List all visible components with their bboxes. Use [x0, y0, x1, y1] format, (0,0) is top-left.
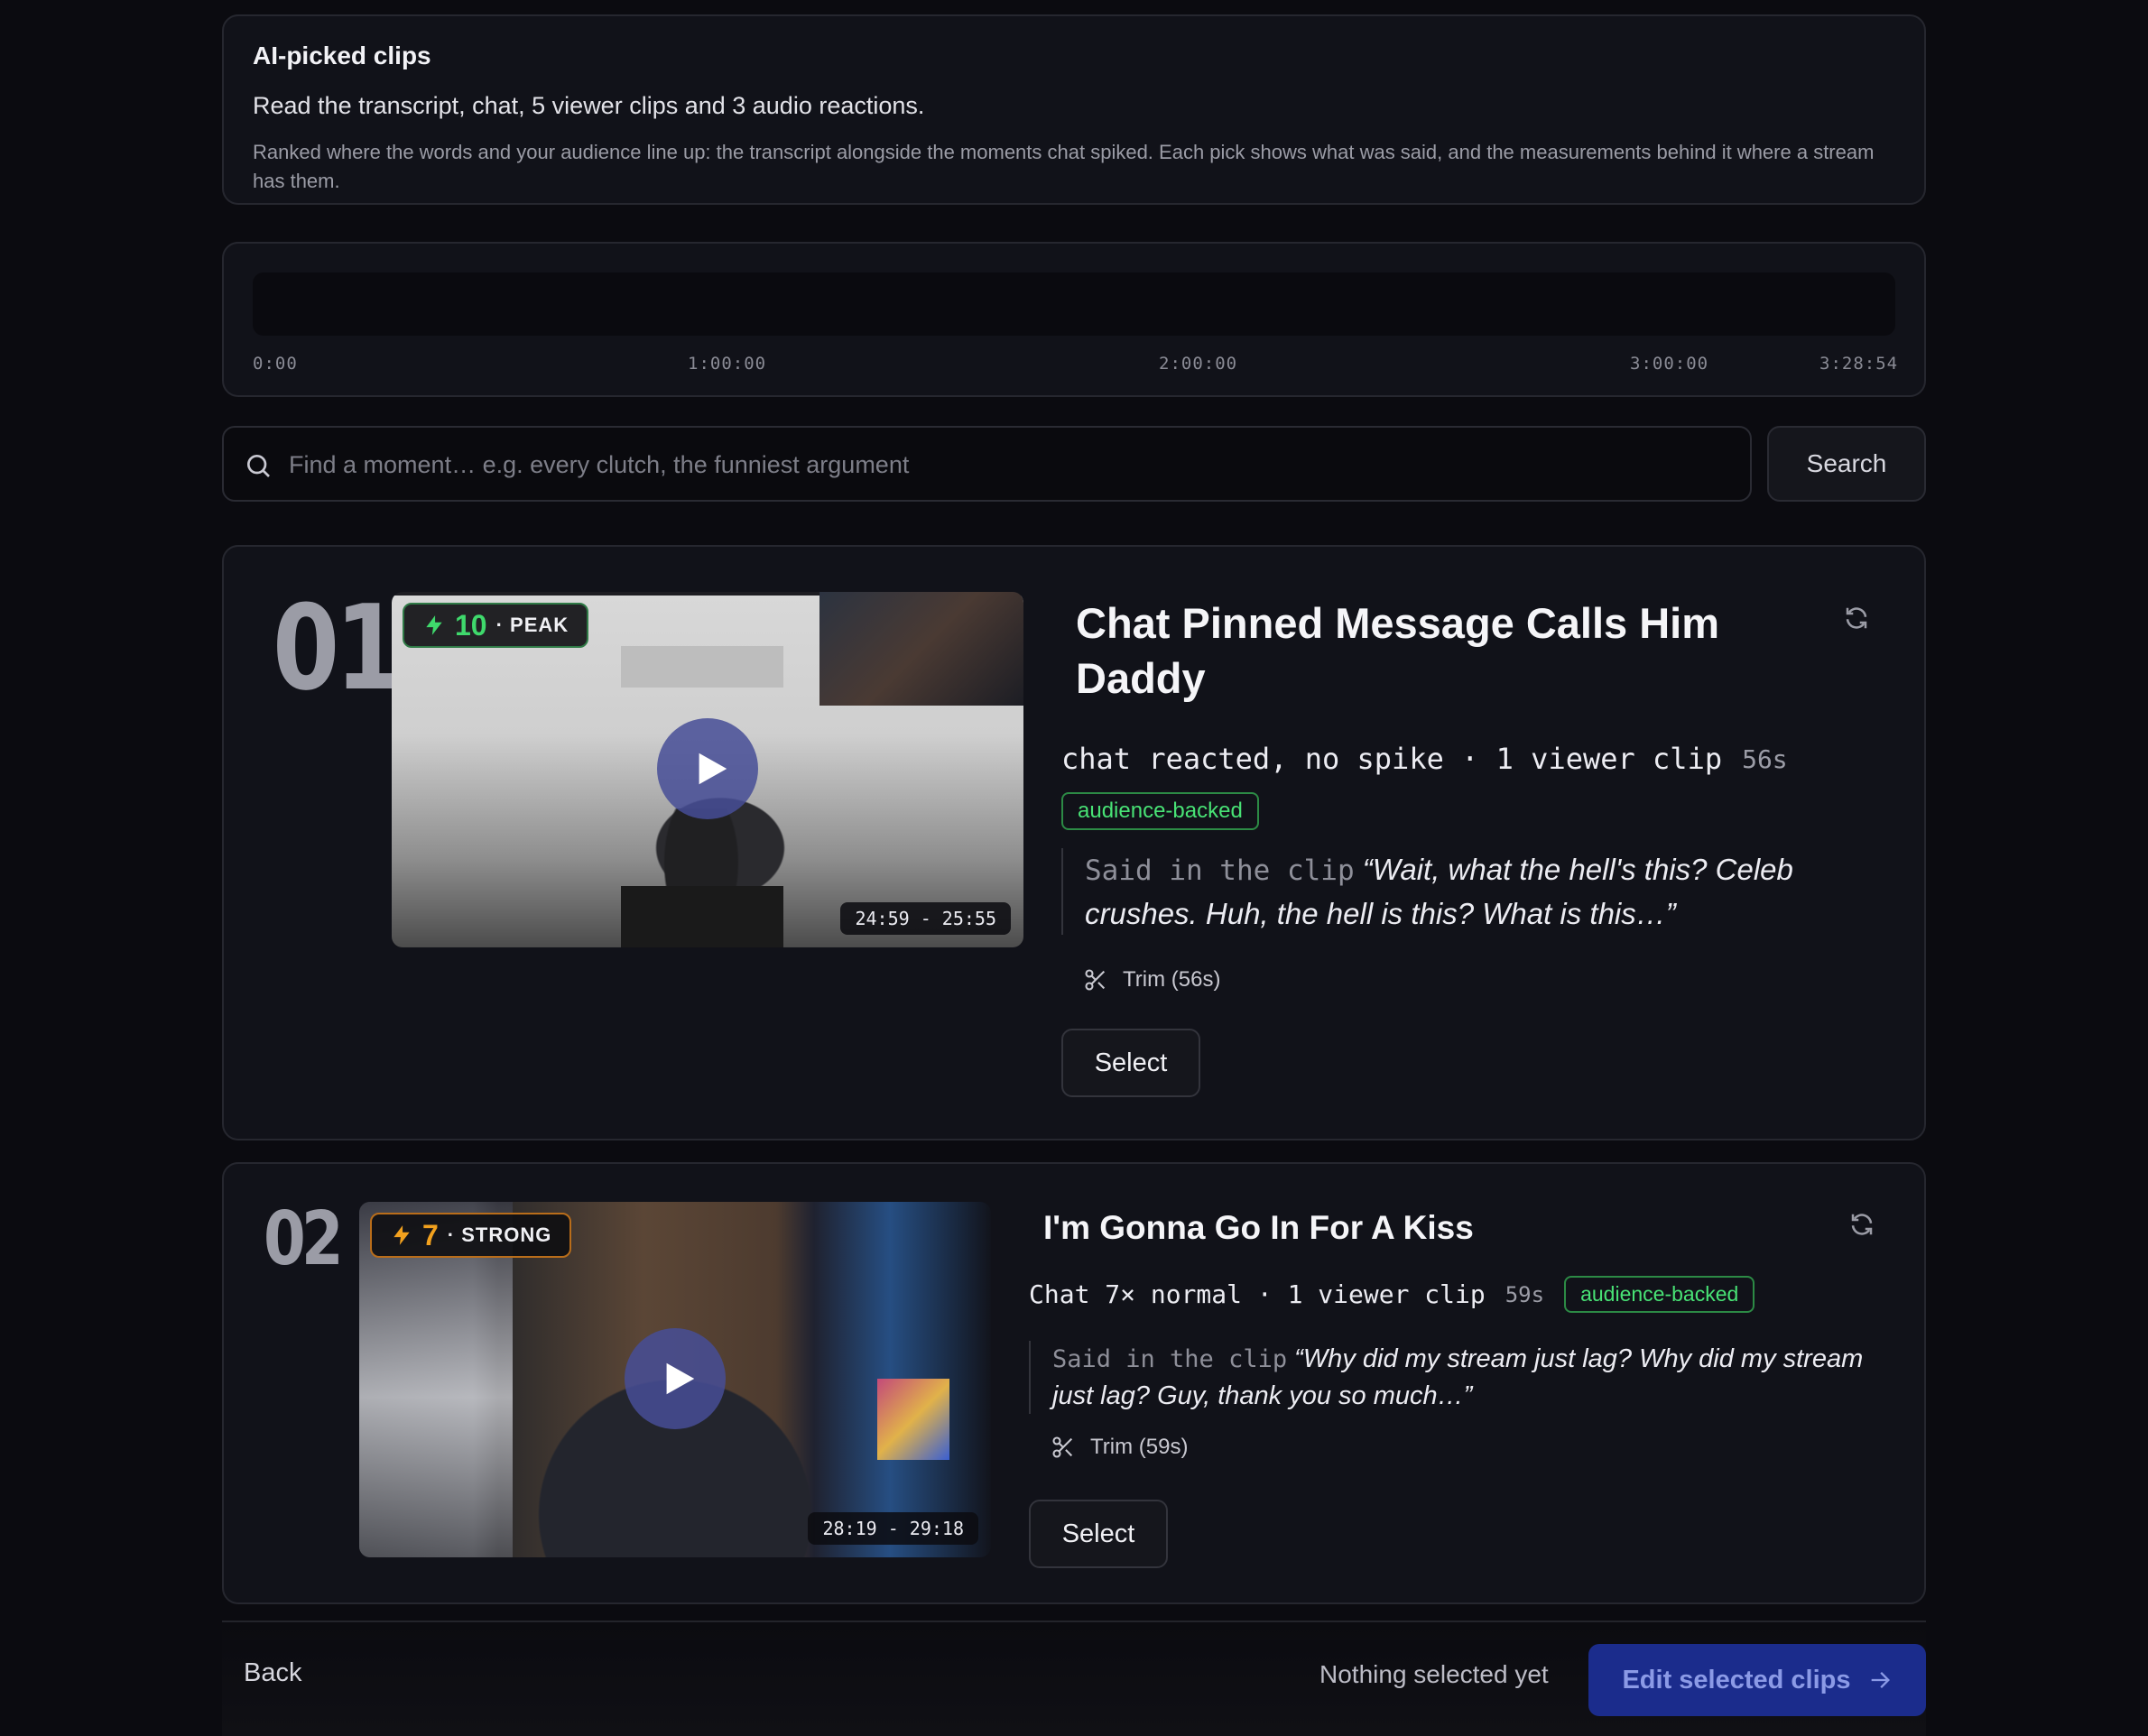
scissors-icon: [1052, 1436, 1073, 1458]
trim-label: Trim (56s): [1123, 967, 1221, 992]
clip-card: 02 7 · STRONG 28:19 - 29:18 I'm Gonna Go…: [222, 1162, 1926, 1604]
clip-duration: 56s: [1742, 743, 1788, 774]
bolt-icon: [393, 1225, 410, 1245]
arrow-right-icon: [1871, 1672, 1890, 1688]
selection-status: Nothing selected yet: [1319, 1660, 1549, 1688]
intro-title: AI-picked clips: [253, 42, 431, 69]
timeline-panel: 0:00 1:00:00 2:00:00 3:00:00 3:28:54: [222, 242, 1926, 397]
clip-quote: Said in the clip “Wait, what the hell's …: [1061, 848, 1838, 935]
intro-panel: AI-picked clips Read the transcript, cha…: [222, 14, 1926, 205]
score-value: 10: [455, 608, 487, 642]
search-button[interactable]: Search: [1767, 426, 1926, 502]
clip-rank: 01: [273, 579, 402, 716]
play-button[interactable]: [657, 718, 758, 819]
search-input[interactable]: [289, 439, 1733, 491]
clip-meta: chat reacted, no spike · 1 viewer clip 5…: [1061, 742, 1788, 776]
timeline-tick: 2:00:00: [1159, 354, 1238, 374]
timeline-tick: 0:00: [253, 354, 298, 374]
timeline-tick: 3:00:00: [1630, 354, 1709, 374]
time-range: 24:59 - 25:55: [840, 902, 1011, 935]
timeline-tick: 3:28:54: [1819, 354, 1899, 374]
score-badge: 10 · PEAK: [403, 603, 589, 648]
quote-label: Said in the clip: [1052, 1345, 1288, 1373]
clip-title: Chat Pinned Message Calls Him Daddy: [1076, 599, 1720, 702]
score-badge: 7 · STRONG: [370, 1213, 572, 1258]
scissors-icon: [1085, 969, 1106, 991]
score-value: 7: [422, 1218, 439, 1251]
audience-backed-tag: audience-backed: [1564, 1276, 1755, 1313]
audience-backed-tag: audience-backed: [1061, 792, 1259, 830]
clip-duration: 59s: [1505, 1281, 1545, 1307]
timeline-tick: 1:00:00: [688, 354, 767, 374]
intro-subtitle: Read the transcript, chat, 5 viewer clip…: [253, 92, 925, 119]
search-icon: [247, 454, 270, 477]
refresh-icon[interactable]: [1843, 605, 1870, 632]
clip-meta-text: Chat 7× normal · 1 viewer clip: [1029, 1279, 1486, 1309]
clip-thumbnail[interactable]: 10 · PEAK 24:59 - 25:55: [392, 592, 1023, 947]
score-level: · STRONG: [447, 1224, 552, 1246]
clip-meta-text: chat reacted, no spike · 1 viewer clip: [1061, 742, 1723, 776]
select-button[interactable]: Select: [1061, 1029, 1200, 1097]
time-range: 28:19 - 29:18: [808, 1512, 978, 1545]
trim-button[interactable]: Trim (59s): [1051, 1435, 1188, 1460]
edit-selected-clips-button[interactable]: Edit selected clips: [1588, 1644, 1926, 1716]
back-button[interactable]: Back: [244, 1658, 301, 1688]
footer-bar: Back Nothing selected yet Edit selected …: [222, 1621, 1926, 1736]
clip-rank: 02: [264, 1196, 344, 1282]
play-icon: [666, 1362, 695, 1395]
bolt-icon: [426, 615, 442, 635]
clip-quote: Said in the clip “Why did my stream just…: [1029, 1341, 1877, 1414]
clip-thumbnail[interactable]: 7 · STRONG 28:19 - 29:18: [359, 1202, 991, 1557]
clip-card: 01 10 · PEAK 24:59 - 25:55 Chat Pinned M…: [222, 545, 1926, 1140]
timeline-track[interactable]: [253, 272, 1895, 336]
score-level: · PEAK: [495, 614, 569, 636]
quote-label: Said in the clip: [1085, 854, 1355, 887]
search-box: [222, 426, 1752, 502]
trim-label: Trim (59s): [1090, 1435, 1189, 1459]
play-button[interactable]: [625, 1328, 726, 1429]
refresh-icon[interactable]: [1848, 1211, 1875, 1238]
select-button[interactable]: Select: [1029, 1500, 1168, 1568]
play-icon: [699, 753, 727, 785]
clip-meta: Chat 7× normal · 1 viewer clip 59s audie…: [1029, 1276, 1755, 1313]
edit-button-label: Edit selected clips: [1622, 1665, 1851, 1694]
intro-description: Ranked where the words and your audience…: [253, 141, 1875, 192]
clip-title: I'm Gonna Go In For A Kiss: [1043, 1209, 1474, 1246]
trim-button[interactable]: Trim (56s): [1083, 967, 1220, 993]
